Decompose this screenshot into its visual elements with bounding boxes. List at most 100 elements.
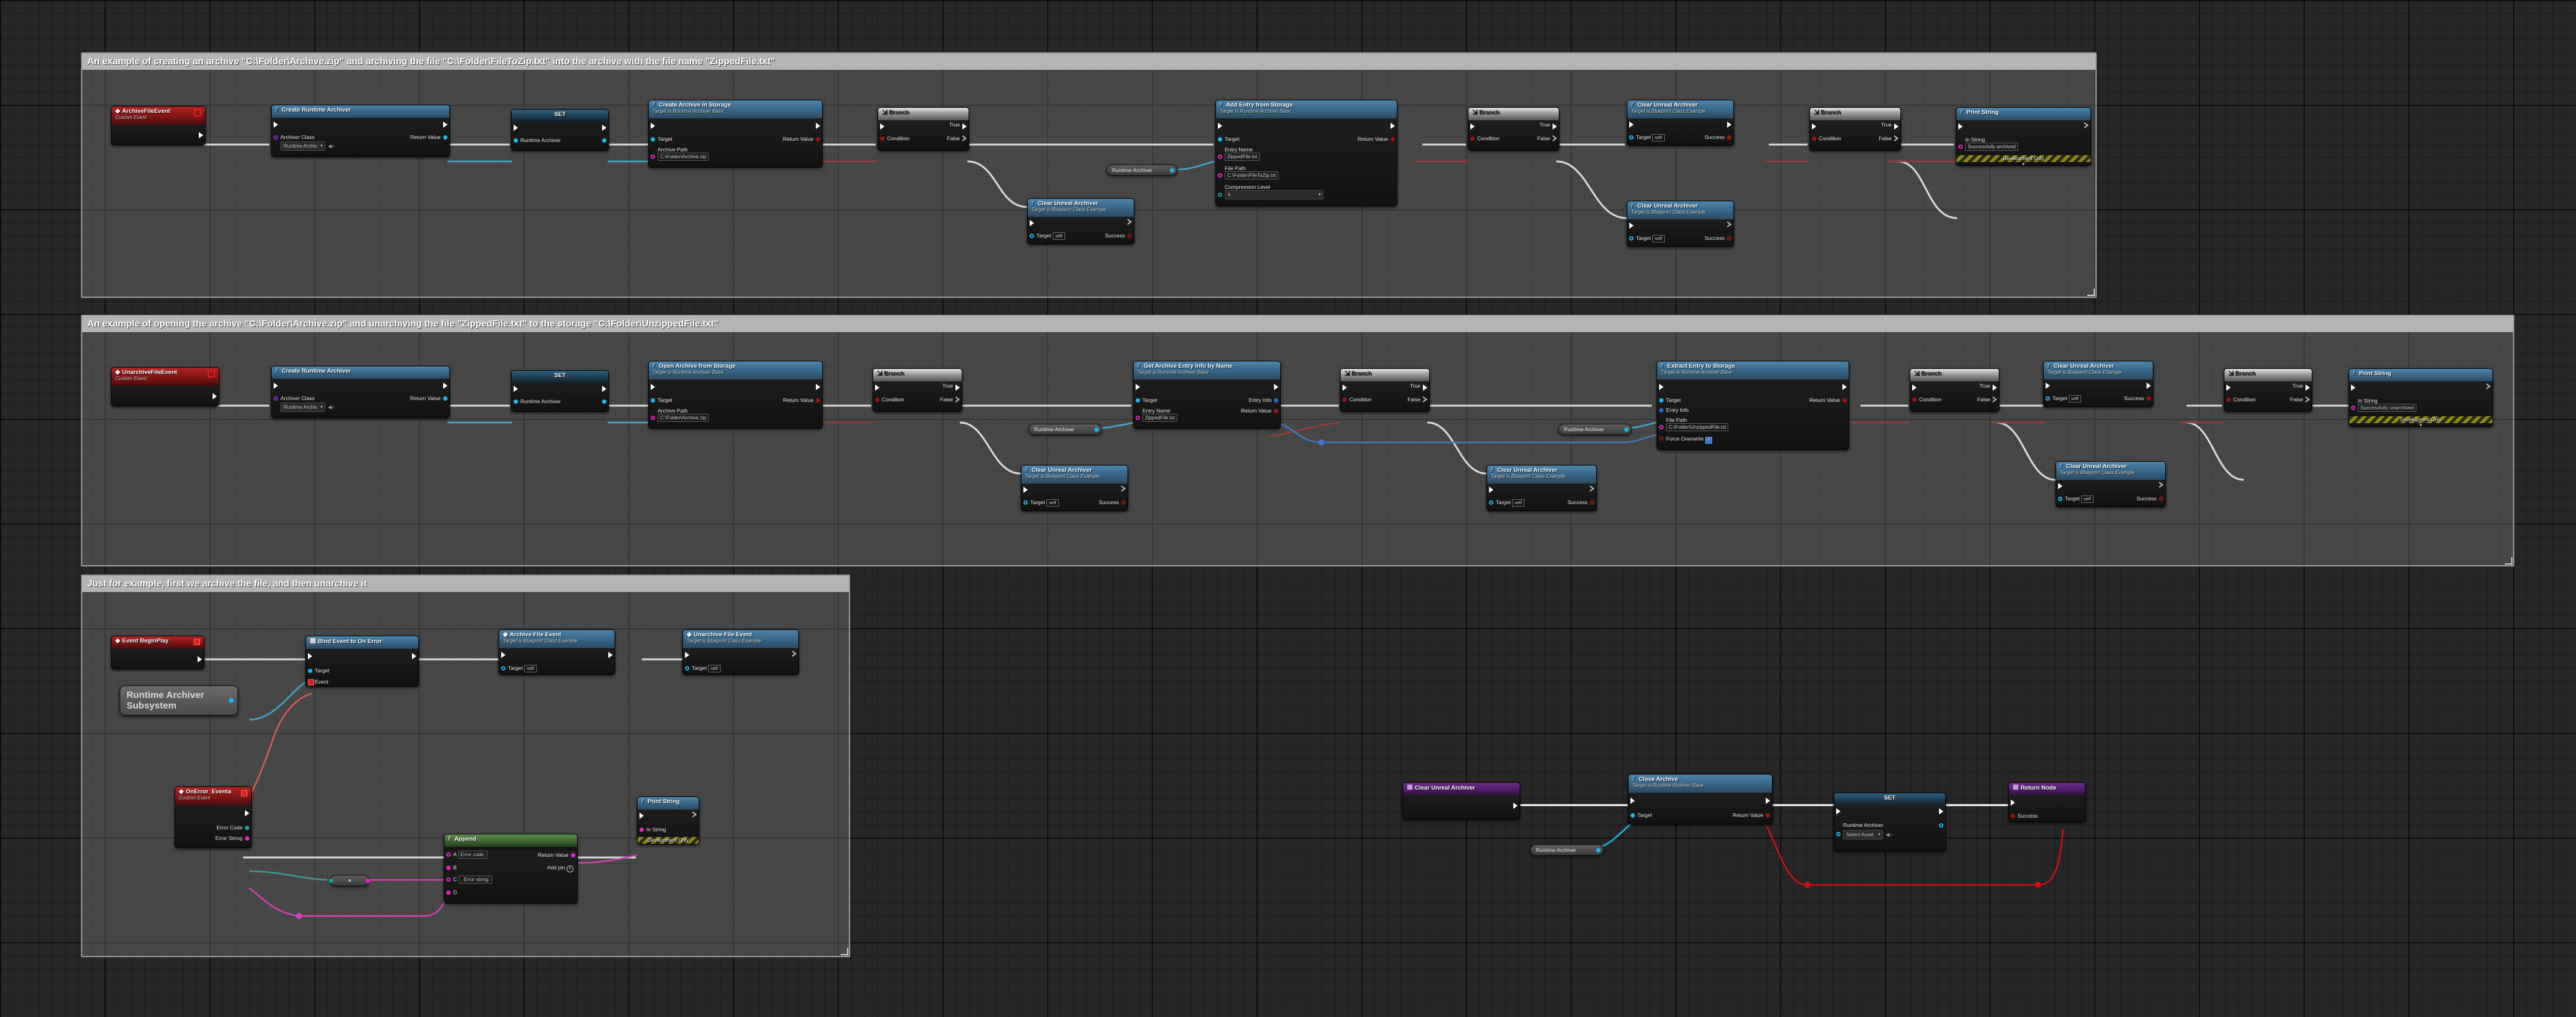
exec-out-pin[interactable] — [1727, 122, 1731, 128]
exec-out-pin[interactable] — [2147, 383, 2151, 389]
exec-out-pin[interactable] — [602, 386, 606, 392]
exec-out-pin[interactable] — [816, 384, 820, 390]
error-code-pin[interactable] — [245, 826, 249, 830]
return-value-pin[interactable] — [443, 396, 448, 401]
target-pin[interactable] — [1136, 398, 1140, 403]
target-pin[interactable] — [501, 666, 505, 671]
blueprint-canvas[interactable]: An example of creating an archive "C:\Fo… — [0, 0, 2576, 1017]
var-runtime-archiver-r1[interactable]: Runtime Archiver — [1106, 165, 1177, 176]
target-pin[interactable] — [1030, 234, 1034, 238]
append-b-pin[interactable] — [446, 866, 451, 870]
true-exec-pin[interactable] — [1423, 384, 1427, 391]
exec-out-pin[interactable] — [1391, 123, 1395, 129]
success-pin[interactable] — [2147, 396, 2151, 401]
success-pin[interactable] — [2011, 814, 2015, 818]
false-exec-pin[interactable] — [1993, 396, 1997, 403]
compression-level-pin[interactable] — [1218, 193, 1222, 197]
exec-out-pin[interactable] — [608, 652, 613, 658]
false-exec-pin[interactable] — [1894, 135, 1898, 141]
target-pin[interactable] — [2058, 497, 2062, 501]
compression-level-combo[interactable]: 6 — [1225, 190, 1323, 199]
var-out-pin[interactable] — [1624, 427, 1629, 432]
append-a-input[interactable]: Error code: — [458, 851, 488, 859]
target-pin[interactable] — [685, 666, 689, 671]
exec-out-pin[interactable] — [2084, 122, 2089, 128]
archive-path-pin[interactable] — [651, 416, 655, 420]
node-branch-r2-1[interactable]: ⇲Branch True Condition False — [873, 368, 962, 412]
file-path-input[interactable]: C:\Folder\FileToZip.txt — [1225, 171, 1278, 179]
comment-resize-handle[interactable] — [2087, 289, 2095, 296]
false-exec-pin[interactable] — [955, 396, 960, 403]
node-close-archive[interactable]: fClose Archive Target is Runtime Archive… — [1628, 774, 1773, 824]
node-branch-1[interactable]: ⇲Branch True Condition False — [878, 107, 969, 151]
comment-box-create-archive[interactable]: An example of creating an archive "C:\Fo… — [81, 52, 2097, 298]
exec-out-pin[interactable] — [1274, 384, 1278, 390]
var-out-pin[interactable] — [1094, 427, 1099, 432]
force-overwrite-pin[interactable] — [1659, 436, 1664, 441]
delegate-pin[interactable] — [194, 639, 200, 645]
exec-in-pin[interactable] — [1629, 122, 1634, 128]
exec-in-pin[interactable] — [1218, 123, 1222, 129]
target-pin[interactable] — [308, 669, 312, 673]
comment-box-open-archive[interactable]: An example of opening the archive "C:\Fo… — [81, 315, 2514, 566]
node-clear-unreal-archiver-r1-c[interactable]: fClear Unreal Archiver Target is Bluepri… — [1627, 201, 1734, 247]
true-exec-pin[interactable] — [2305, 384, 2310, 391]
true-exec-pin[interactable] — [1894, 123, 1898, 130]
return-value-pin[interactable] — [816, 398, 820, 403]
condition-pin[interactable] — [1812, 136, 1816, 141]
true-exec-pin[interactable] — [1553, 123, 1557, 130]
delegate-pin[interactable] — [208, 370, 215, 378]
exec-out-pin[interactable] — [1590, 485, 1594, 492]
self-value[interactable]: self — [1046, 499, 1059, 507]
delegate-pin[interactable] — [241, 790, 247, 796]
success-pin[interactable] — [1590, 500, 1594, 505]
var-runtime-archiver-r2-1[interactable]: Runtime Archiver — [1028, 424, 1102, 435]
return-value-pin[interactable] — [816, 137, 820, 141]
exec-out-pin[interactable] — [1842, 384, 1847, 390]
node-branch-r2-2[interactable]: ⇲Branch True Condition False — [1340, 368, 1430, 412]
condition-pin[interactable] — [880, 136, 884, 141]
file-path-pin[interactable] — [1218, 173, 1222, 178]
node-create-runtime-archiver-2[interactable]: fCreate Runtime Archiver Archiver Class … — [271, 366, 450, 418]
set-out-pin[interactable] — [602, 138, 606, 143]
reroute-out-pin[interactable] — [366, 879, 370, 883]
entry-name-input[interactable]: ZippedFile.txt — [1225, 153, 1260, 161]
self-value[interactable]: self — [2069, 395, 2081, 403]
exec-in-pin[interactable] — [875, 384, 879, 391]
node-print-string-r3[interactable]: fPrint String In String Development Only… — [637, 796, 699, 844]
browse-icon[interactable]: ◀○ — [328, 143, 335, 149]
return-value-pin[interactable] — [1274, 409, 1278, 413]
exec-out-pin[interactable] — [199, 132, 203, 138]
exec-in-pin[interactable] — [1343, 384, 1347, 391]
target-pin[interactable] — [1629, 236, 1634, 241]
false-exec-pin[interactable] — [1423, 396, 1427, 403]
node-add-entry-from-storage[interactable]: fAdd Entry from Storage Target is Runtim… — [1215, 100, 1397, 206]
exec-out-pin[interactable] — [1128, 219, 1132, 225]
archive-path-input[interactable]: C:\Folder\Archive.zip — [658, 414, 709, 422]
false-exec-pin[interactable] — [2305, 396, 2310, 403]
success-pin[interactable] — [1121, 500, 1126, 505]
return-value-pin[interactable] — [1391, 137, 1395, 141]
set-out-pin[interactable] — [602, 399, 606, 404]
node-clear-unreal-archiver-r2-a[interactable]: fClear Unreal Archiver Target is Bluepri… — [1021, 465, 1128, 511]
exec-in-pin[interactable] — [1136, 384, 1140, 390]
add-pin-button[interactable]: Add pin + — [547, 864, 573, 872]
class-in-pin[interactable] — [274, 135, 278, 140]
exec-out-pin[interactable] — [412, 653, 416, 659]
exec-out-pin[interactable] — [2159, 482, 2163, 488]
node-print-string-r1[interactable]: fPrint String In String Successfully arc… — [1956, 107, 2091, 166]
reroute-in-pin[interactable] — [329, 879, 333, 883]
exec-in-pin[interactable] — [274, 122, 278, 128]
return-value-pin[interactable] — [1766, 813, 1770, 818]
true-exec-pin[interactable] — [955, 384, 960, 391]
success-pin[interactable] — [1727, 135, 1731, 140]
browse-icon[interactable]: ◀○ — [1885, 832, 1892, 838]
node-create-archive-in-storage[interactable]: fCreate Archive in Storage Target is Run… — [648, 100, 823, 168]
entry-name-pin[interactable] — [1136, 416, 1140, 420]
file-path-input[interactable]: C:\Folder\UnzippedFile.txt — [1666, 423, 1728, 431]
var-out-pin[interactable] — [1596, 848, 1601, 852]
exec-in-pin[interactable] — [1629, 222, 1634, 229]
condition-pin[interactable] — [1343, 398, 1347, 402]
exec-out-pin[interactable] — [198, 656, 202, 662]
self-value[interactable]: self — [1652, 235, 1665, 242]
